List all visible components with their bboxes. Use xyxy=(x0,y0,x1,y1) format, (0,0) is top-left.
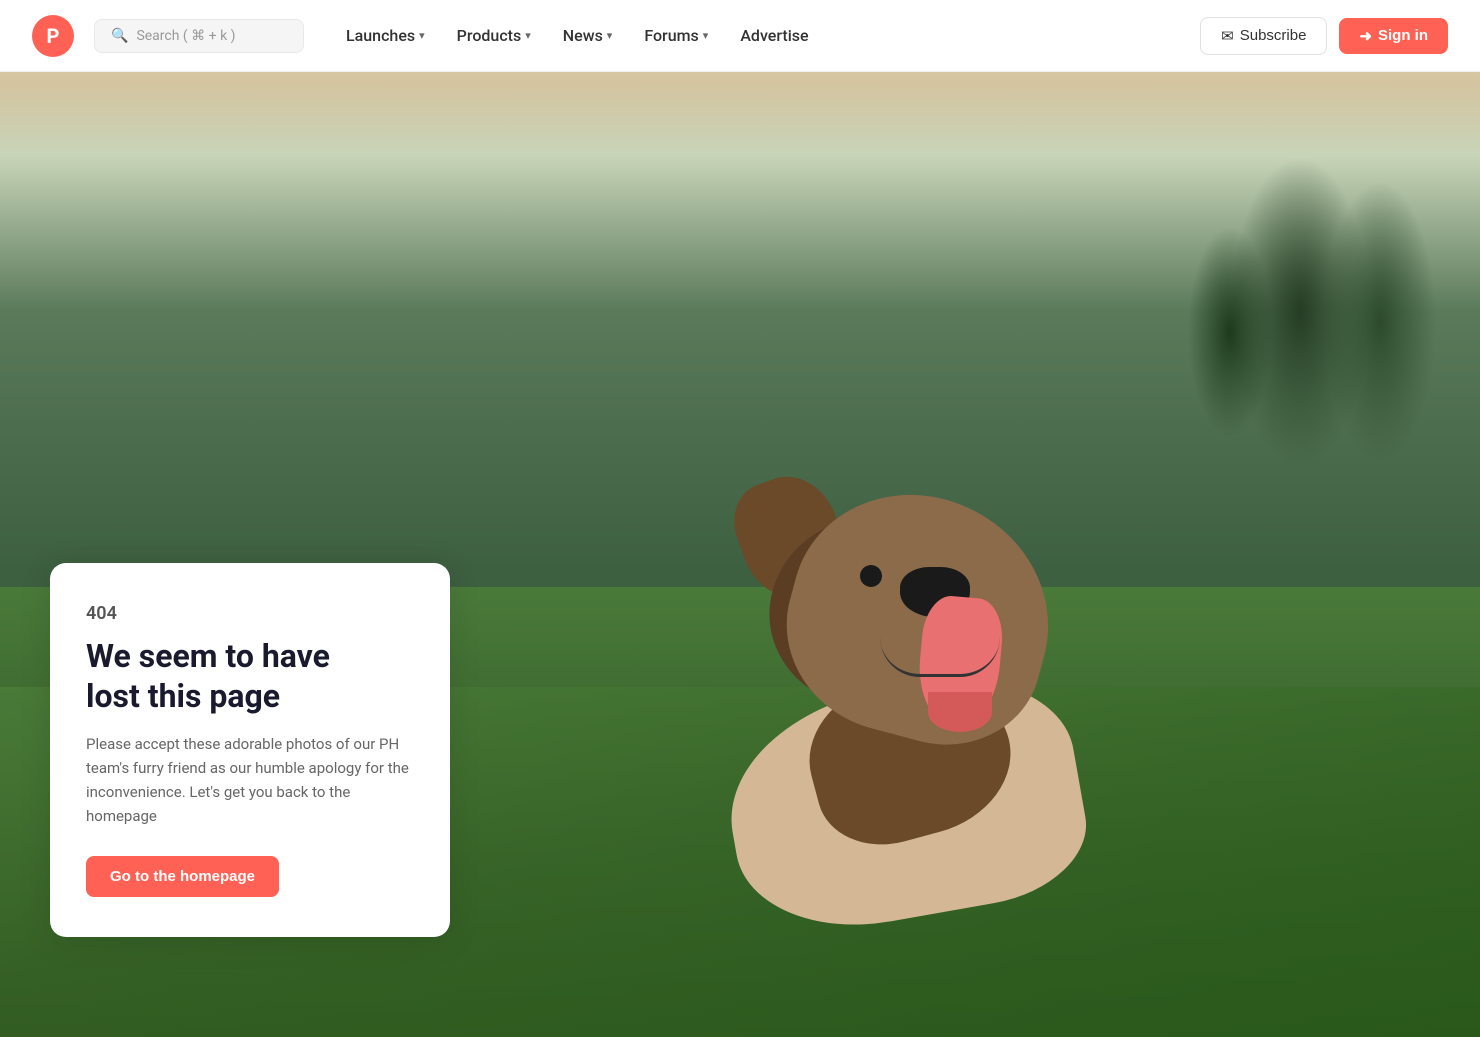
dog-mouth xyxy=(880,597,1000,677)
error-title-line2: lost this page xyxy=(86,677,280,715)
chevron-down-icon: ▾ xyxy=(419,29,425,42)
chevron-down-icon: ▾ xyxy=(525,29,531,42)
nav-advertise-label: Advertise xyxy=(740,26,808,45)
nav-products-label: Products xyxy=(457,26,522,45)
hero-background: 404 We seem to have lost this page Pleas… xyxy=(0,0,1480,1037)
logo-letter: P xyxy=(47,24,60,48)
subscribe-icon: ✉ xyxy=(1221,27,1234,45)
nav-news-label: News xyxy=(563,26,603,45)
nav-item-launches[interactable]: Launches ▾ xyxy=(332,18,439,53)
subscribe-button[interactable]: ✉ Subscribe xyxy=(1200,17,1327,55)
chevron-down-icon: ▾ xyxy=(703,29,709,42)
nav-item-advertise[interactable]: Advertise xyxy=(726,18,822,53)
nav-item-forums[interactable]: Forums ▾ xyxy=(630,18,722,53)
dog-tongue-tip xyxy=(928,692,992,732)
error-title: We seem to have lost this page xyxy=(86,636,414,716)
error-code: 404 xyxy=(86,603,414,624)
nav-links: Launches ▾ Products ▾ News ▾ Forums ▾ Ad… xyxy=(332,18,1192,53)
error-card: 404 We seem to have lost this page Pleas… xyxy=(50,563,450,937)
logo[interactable]: P xyxy=(32,15,74,57)
error-title-line1: We seem to have xyxy=(86,637,330,675)
search-bar[interactable]: 🔍 Search ( ⌘ + k ) xyxy=(94,19,304,53)
nav-forums-label: Forums xyxy=(644,26,698,45)
nav-launches-label: Launches xyxy=(346,26,415,45)
search-icon: 🔍 xyxy=(111,28,128,44)
go-to-homepage-button[interactable]: Go to the homepage xyxy=(86,856,279,897)
nav-item-products[interactable]: Products ▾ xyxy=(443,18,545,53)
subscribe-label: Subscribe xyxy=(1240,27,1307,44)
dog-eye xyxy=(860,565,882,587)
dog-illustration xyxy=(610,457,1260,957)
signin-button[interactable]: ➜ Sign in xyxy=(1339,18,1448,54)
error-description: Please accept these adorable photos of o… xyxy=(86,732,414,828)
signin-icon: ➜ xyxy=(1359,27,1372,45)
search-placeholder: Search ( ⌘ + k ) xyxy=(136,28,235,44)
nav-item-news[interactable]: News ▾ xyxy=(549,18,627,53)
navbar: P 🔍 Search ( ⌘ + k ) Launches ▾ Products… xyxy=(0,0,1480,72)
nav-actions: ✉ Subscribe ➜ Sign in xyxy=(1200,17,1448,55)
signin-label: Sign in xyxy=(1378,27,1428,44)
chevron-down-icon: ▾ xyxy=(607,29,613,42)
